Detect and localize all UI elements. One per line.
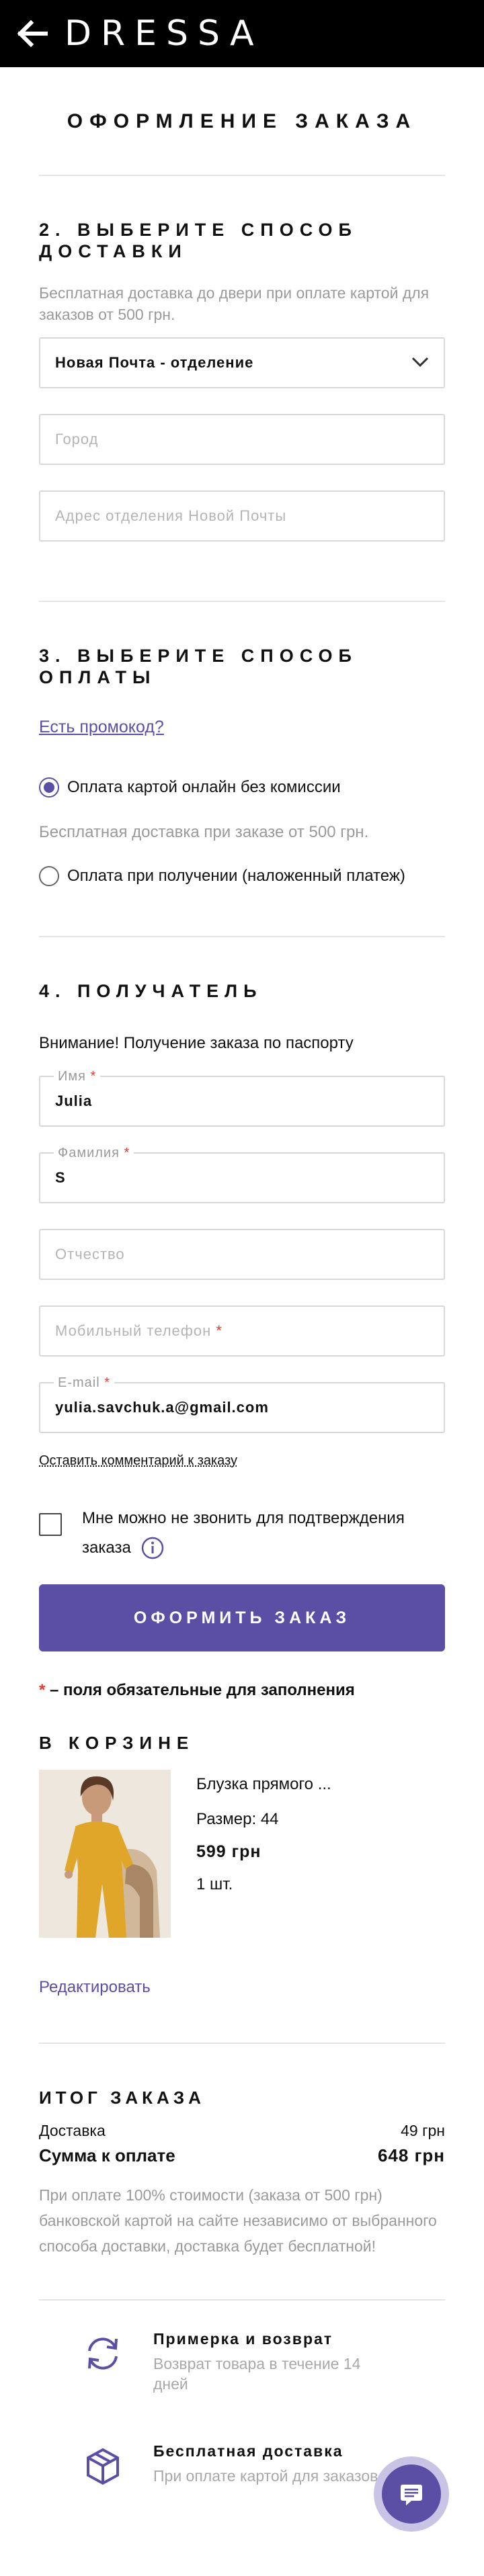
cart-title: В КОРЗИНЕ <box>39 1733 195 1753</box>
box-icon <box>79 2442 126 2489</box>
payment-section-title: 3. ВЫБЕРИТЕ СПОСОБ ОПЛАТЫ <box>39 646 358 687</box>
feature-returns: Примерка и возврат Возврат товара в тече… <box>39 2330 445 2394</box>
total-value: 648 грн <box>377 2145 445 2165</box>
submit-order-button[interactable]: ОФОРМИТЬ ЗАКАЗ <box>39 1584 445 1651</box>
patronymic-input[interactable]: Отчество <box>39 1229 445 1280</box>
payment-option-cod[interactable]: Оплата при получении (наложенный платеж) <box>39 866 445 886</box>
radio-selected[interactable] <box>39 777 59 798</box>
email-value: yulia.savchuk.a@gmail.com <box>55 1399 269 1416</box>
delivery-section-title: 2. ВЫБЕРИТЕ СПОСОБ ДОСТАВКИ <box>39 220 358 261</box>
info-icon[interactable] <box>140 1536 165 1560</box>
no-call-label-line2: заказа <box>82 1539 131 1557</box>
chat-button[interactable] <box>374 2456 449 2532</box>
delivery-cost-row: Доставка 49 грн <box>39 2122 445 2140</box>
top-bar: DRESSA <box>0 0 484 67</box>
product-name[interactable]: Блузка прямого ... <box>196 1775 331 1794</box>
patronymic-placeholder: Отчество <box>55 1246 125 1262</box>
last-name-value: S <box>55 1169 66 1186</box>
delivery-cost-label: Доставка <box>39 2122 106 2139</box>
phone-placeholder: Мобильный телефон * <box>55 1322 223 1339</box>
address-placeholder: Адрес отделения Новой Почты <box>55 507 287 524</box>
city-input[interactable]: Город <box>39 414 445 465</box>
back-arrow-icon[interactable] <box>16 20 48 47</box>
payment-option-cod-label: Оплата при получении (наложенный платеж) <box>67 867 405 885</box>
product-price: 599 грн <box>196 1842 261 1861</box>
product-quantity: 1 шт. <box>196 1875 233 1893</box>
promo-code-link[interactable]: Есть промокод? <box>39 718 164 736</box>
passport-notice: Внимание! Получение заказа по паспорту <box>39 1034 354 1052</box>
payment-option-card[interactable]: Оплата картой онлайн без комиссии <box>39 777 445 798</box>
required-fields-note: * – поля обязательные для заполнения <box>39 1681 355 1699</box>
divider <box>39 175 445 176</box>
page-title: ОФОРМЛЕНИЕ ЗАКАЗА <box>67 110 417 132</box>
delivery-method-value: Новая Почта - отделение <box>55 354 254 371</box>
total-row: Сумма к оплате 648 грн <box>39 2145 445 2166</box>
divider <box>39 2299 445 2301</box>
refresh-icon <box>79 2330 126 2377</box>
edit-cart-link[interactable]: Редактировать <box>39 1978 151 1996</box>
radio-unselected[interactable] <box>39 866 59 886</box>
feature-delivery-title: Бесплатная доставка <box>153 2442 344 2460</box>
delivery-cost-value: 49 грн <box>401 2122 445 2139</box>
email-field[interactable]: E-mail * yulia.savchuk.a@gmail.com <box>39 1375 445 1433</box>
divider <box>39 936 445 937</box>
logo[interactable]: DRESSA <box>65 16 264 51</box>
feature-delivery-desc: При оплате картой для заказов <box>153 2467 378 2485</box>
no-call-label-line1: Мне можно не звонить для подтверждения <box>82 1509 405 1527</box>
first-name-label: Имя * <box>54 1069 101 1084</box>
first-name-field[interactable]: Имя * Julia <box>39 1069 445 1127</box>
summary-title: ИТОГ ЗАКАЗА <box>39 2088 205 2108</box>
city-placeholder: Город <box>55 431 99 447</box>
payment-option-card-label: Оплата картой онлайн без комиссии <box>67 778 341 796</box>
cart-item: Блузка прямого ... Размер: 44 599 грн 1 … <box>39 1770 445 1938</box>
last-name-field[interactable]: Фамилия * S <box>39 1146 445 1203</box>
total-label: Сумма к оплате <box>39 2145 175 2165</box>
divider <box>39 2043 445 2044</box>
chat-icon <box>382 2464 441 2524</box>
payment-card-note: Бесплатная доставка при заказе от 500 гр… <box>39 823 369 841</box>
delivery-method-select[interactable]: Новая Почта - отделение <box>39 337 445 388</box>
comment-link[interactable]: Оставить комментарий к заказу <box>39 1453 237 1468</box>
product-size: Размер: 44 <box>196 1810 279 1828</box>
divider <box>39 601 445 602</box>
summary-note: При оплате 100% стоимости (заказа от 500… <box>39 2186 437 2255</box>
address-input[interactable]: Адрес отделения Новой Почты <box>39 490 445 542</box>
no-call-option[interactable]: Мне можно не звонить для подтверждения з… <box>39 1504 445 1563</box>
chevron-down-icon <box>411 354 429 372</box>
last-name-label: Фамилия * <box>54 1146 134 1161</box>
first-name-value: Julia <box>55 1092 93 1109</box>
feature-returns-title: Примерка и возврат <box>153 2330 333 2348</box>
recipient-section-title: 4. ПОЛУЧАТЕЛЬ <box>39 981 263 1001</box>
phone-input[interactable]: Мобильный телефон * <box>39 1305 445 1357</box>
email-label: E-mail * <box>54 1375 115 1391</box>
product-image[interactable] <box>39 1770 171 1938</box>
no-call-checkbox[interactable] <box>39 1513 62 1536</box>
feature-returns-desc: Возврат товара в течение 14 дней <box>153 2355 361 2393</box>
delivery-note: Бесплатная доставка до двери при оплате … <box>39 284 430 323</box>
